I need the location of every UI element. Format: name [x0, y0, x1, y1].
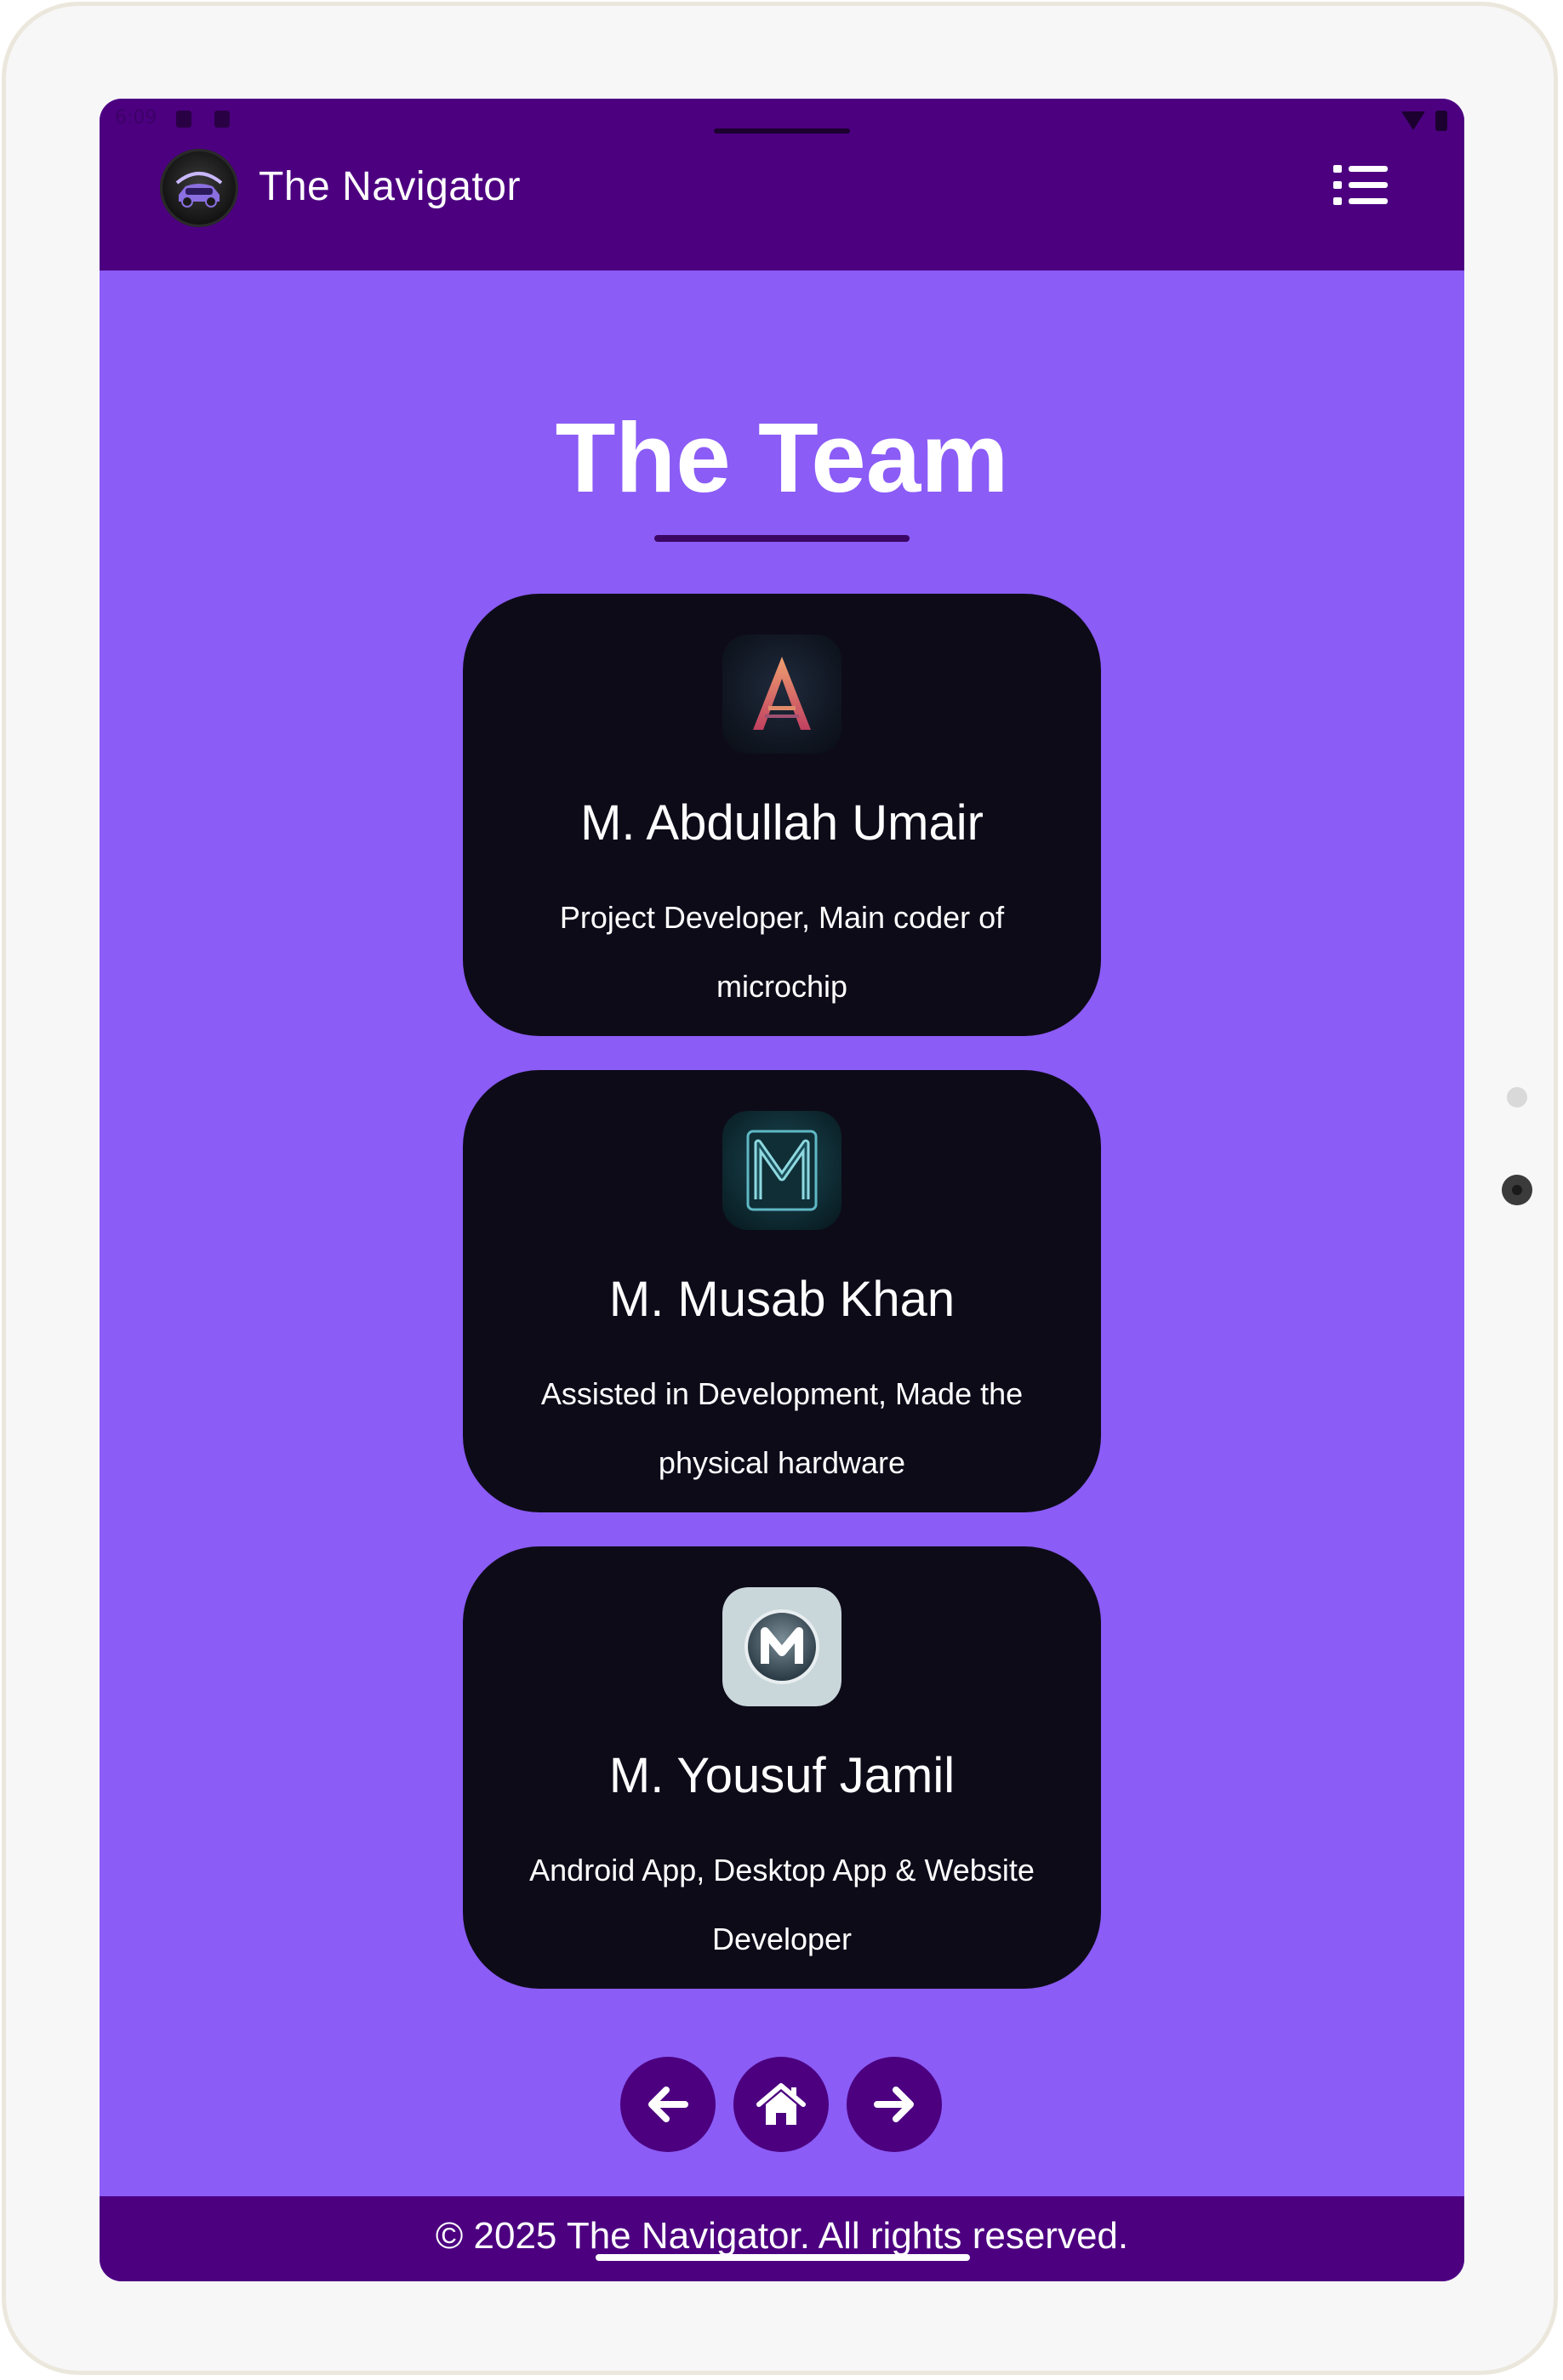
list-menu-icon[interactable] [1333, 163, 1388, 208]
team-card: M. Abdullah Umair Project Developer, Mai… [463, 594, 1101, 1036]
brand-title[interactable]: The Navigator [259, 163, 521, 210]
screen: 6:09 The Navigator The Team M. Abdullah … [100, 99, 1464, 2281]
member-name: M. Musab Khan [608, 1272, 955, 1327]
status-time: 6:09 [115, 107, 157, 128]
camera-lens [1502, 1175, 1532, 1205]
wifi-icon [1401, 111, 1425, 130]
home-button[interactable] [733, 2057, 829, 2152]
member-role: Assisted in Development, Made the physic… [540, 1376, 1024, 1480]
arrow-left-icon [648, 2087, 688, 2122]
notch-bar [714, 128, 850, 134]
car-logo-icon[interactable] [160, 149, 238, 227]
team-card: M. Yousuf Jamil Android App, Desktop App… [463, 1546, 1101, 1989]
team-card: M. Musab Khan Assisted in Development, M… [463, 1070, 1101, 1512]
member-name: M. Abdullah Umair [580, 795, 984, 851]
forward-button[interactable] [847, 2057, 942, 2152]
member-role: Android App, Desktop App & Website Devel… [529, 1853, 1035, 1956]
arrow-right-icon [874, 2087, 914, 2122]
status-icons [1401, 111, 1447, 131]
member-role: Project Developer, Main coder of microch… [559, 900, 1005, 1004]
letter-a-avatar [722, 635, 841, 754]
page-title: The Team [555, 402, 1009, 513]
footer: © 2025 The Navigator. All rights reserve… [100, 2196, 1464, 2281]
letter-m-teal-avatar [722, 1111, 841, 1230]
letter-m-silver-avatar [722, 1587, 841, 1706]
notification-icon [176, 111, 191, 128]
sim-icon [214, 111, 230, 128]
title-underline [654, 535, 910, 542]
footer-copyright: © 2025 The Navigator. All rights reserve… [435, 2215, 1129, 2257]
home-icon [756, 2083, 806, 2125]
gesture-home-indicator[interactable] [596, 2254, 970, 2261]
app-header: 6:09 The Navigator [100, 99, 1464, 270]
member-name: M. Yousuf Jamil [608, 1748, 955, 1803]
light-sensor [1507, 1087, 1527, 1107]
battery-icon [1435, 111, 1447, 131]
back-button[interactable] [620, 2057, 716, 2152]
